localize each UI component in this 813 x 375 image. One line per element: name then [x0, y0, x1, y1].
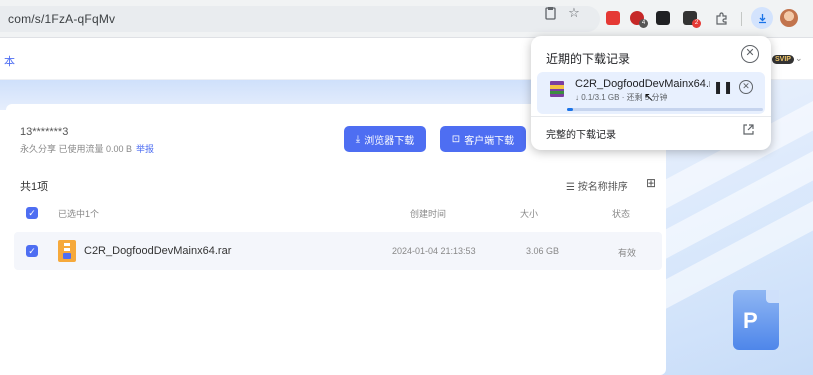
archive-file-icon [549, 80, 565, 98]
toolbar-separator [741, 12, 742, 26]
download-progress-fill [567, 108, 573, 111]
extension-icon[interactable] [606, 11, 620, 25]
download-progress-bar [567, 108, 763, 111]
extension-red-icon[interactable]: 2 [683, 11, 701, 28]
file-created: 2024-01-04 21:13:53 [392, 246, 476, 256]
share-info-text: 永久分享 已使用流量 0.00 B [20, 144, 133, 154]
browser-toolbar: com/s/1FzA-qFqMv ☆ 4 2 [0, 0, 813, 38]
extension-badge-icon[interactable]: 4 [630, 11, 648, 28]
select-all-checkbox[interactable]: ✓ [26, 207, 38, 219]
file-name[interactable]: C2R_DogfoodDevMainx64.rar [84, 245, 231, 257]
popup-title: 近期的下载记录 [546, 52, 631, 66]
vip-badge[interactable]: SVIP [772, 55, 794, 64]
download-file-name[interactable]: C2R_DogfoodDevMainx64.r [575, 78, 710, 90]
url-text[interactable]: com/s/1FzA-qFqMv [8, 12, 115, 26]
tablet-icon[interactable] [656, 11, 670, 25]
address-bar[interactable]: com/s/1FzA-qFqMv [0, 6, 600, 32]
column-created[interactable]: 创建时间 [410, 207, 446, 220]
item-count: 共1项 [20, 181, 49, 193]
client-icon: ⊡ [451, 133, 461, 145]
extension-red-count: 2 [692, 19, 701, 28]
profile-avatar[interactable] [780, 9, 798, 27]
client-download-button[interactable]: ⊡ 客户端下载 [440, 126, 526, 152]
mouse-cursor-icon: ↖ [644, 90, 655, 104]
client-download-label: 客户端下载 [464, 135, 515, 147]
file-size: 3.06 GB [526, 246, 560, 256]
selected-count: 已选中1个 [58, 209, 100, 219]
open-external-icon[interactable] [743, 124, 754, 138]
cancel-icon[interactable]: ✕ [739, 80, 753, 94]
screenshot-icon[interactable] [542, 5, 558, 21]
table-row[interactable]: ✓ C2R_DogfoodDevMainx64.rar 2024-01-04 2… [14, 232, 662, 270]
full-history-link[interactable]: 完整的下载记录 [546, 126, 616, 141]
browser-download-label: 浏览器下载 [364, 135, 415, 147]
p-logo-icon: P [743, 308, 758, 333]
grid-view-icon[interactable]: ⊞ [646, 176, 656, 190]
file-status: 有效 [618, 248, 637, 258]
report-link[interactable]: 举报 [136, 144, 154, 154]
extension-badge-count: 4 [639, 19, 648, 28]
table-header: ✓ 已选中1个 创建时间 大小 状态 [6, 200, 666, 226]
sort-icon: ☰ [566, 182, 578, 193]
rar-file-icon [56, 239, 78, 263]
browser-download-button[interactable]: ⤓ 浏览器下载 [344, 126, 426, 152]
sort-button[interactable]: ☰ 按名称排序 [566, 178, 628, 193]
row-checkbox[interactable]: ✓ [26, 245, 38, 257]
download-icon[interactable] [751, 7, 773, 29]
puzzle-icon[interactable] [713, 10, 729, 26]
bookmark-star-icon[interactable]: ☆ [566, 5, 582, 21]
account-id: 13*******3 [20, 126, 69, 138]
header-left-link[interactable]: 本 [4, 53, 15, 69]
sort-label: 按名称排序 [577, 182, 628, 193]
download-arrow-icon: ⤓ [355, 133, 361, 145]
share-info: 永久分享 已使用流量 0.00 B 举报 [20, 142, 154, 155]
close-icon[interactable]: ✕ [741, 45, 759, 63]
column-status: 状态 [612, 209, 631, 219]
chevron-down-icon[interactable]: ⌄ [795, 53, 803, 64]
pause-icon[interactable]: ❚❚ [713, 80, 733, 94]
column-size[interactable]: 大小 [520, 207, 538, 220]
popup-divider [531, 116, 771, 117]
